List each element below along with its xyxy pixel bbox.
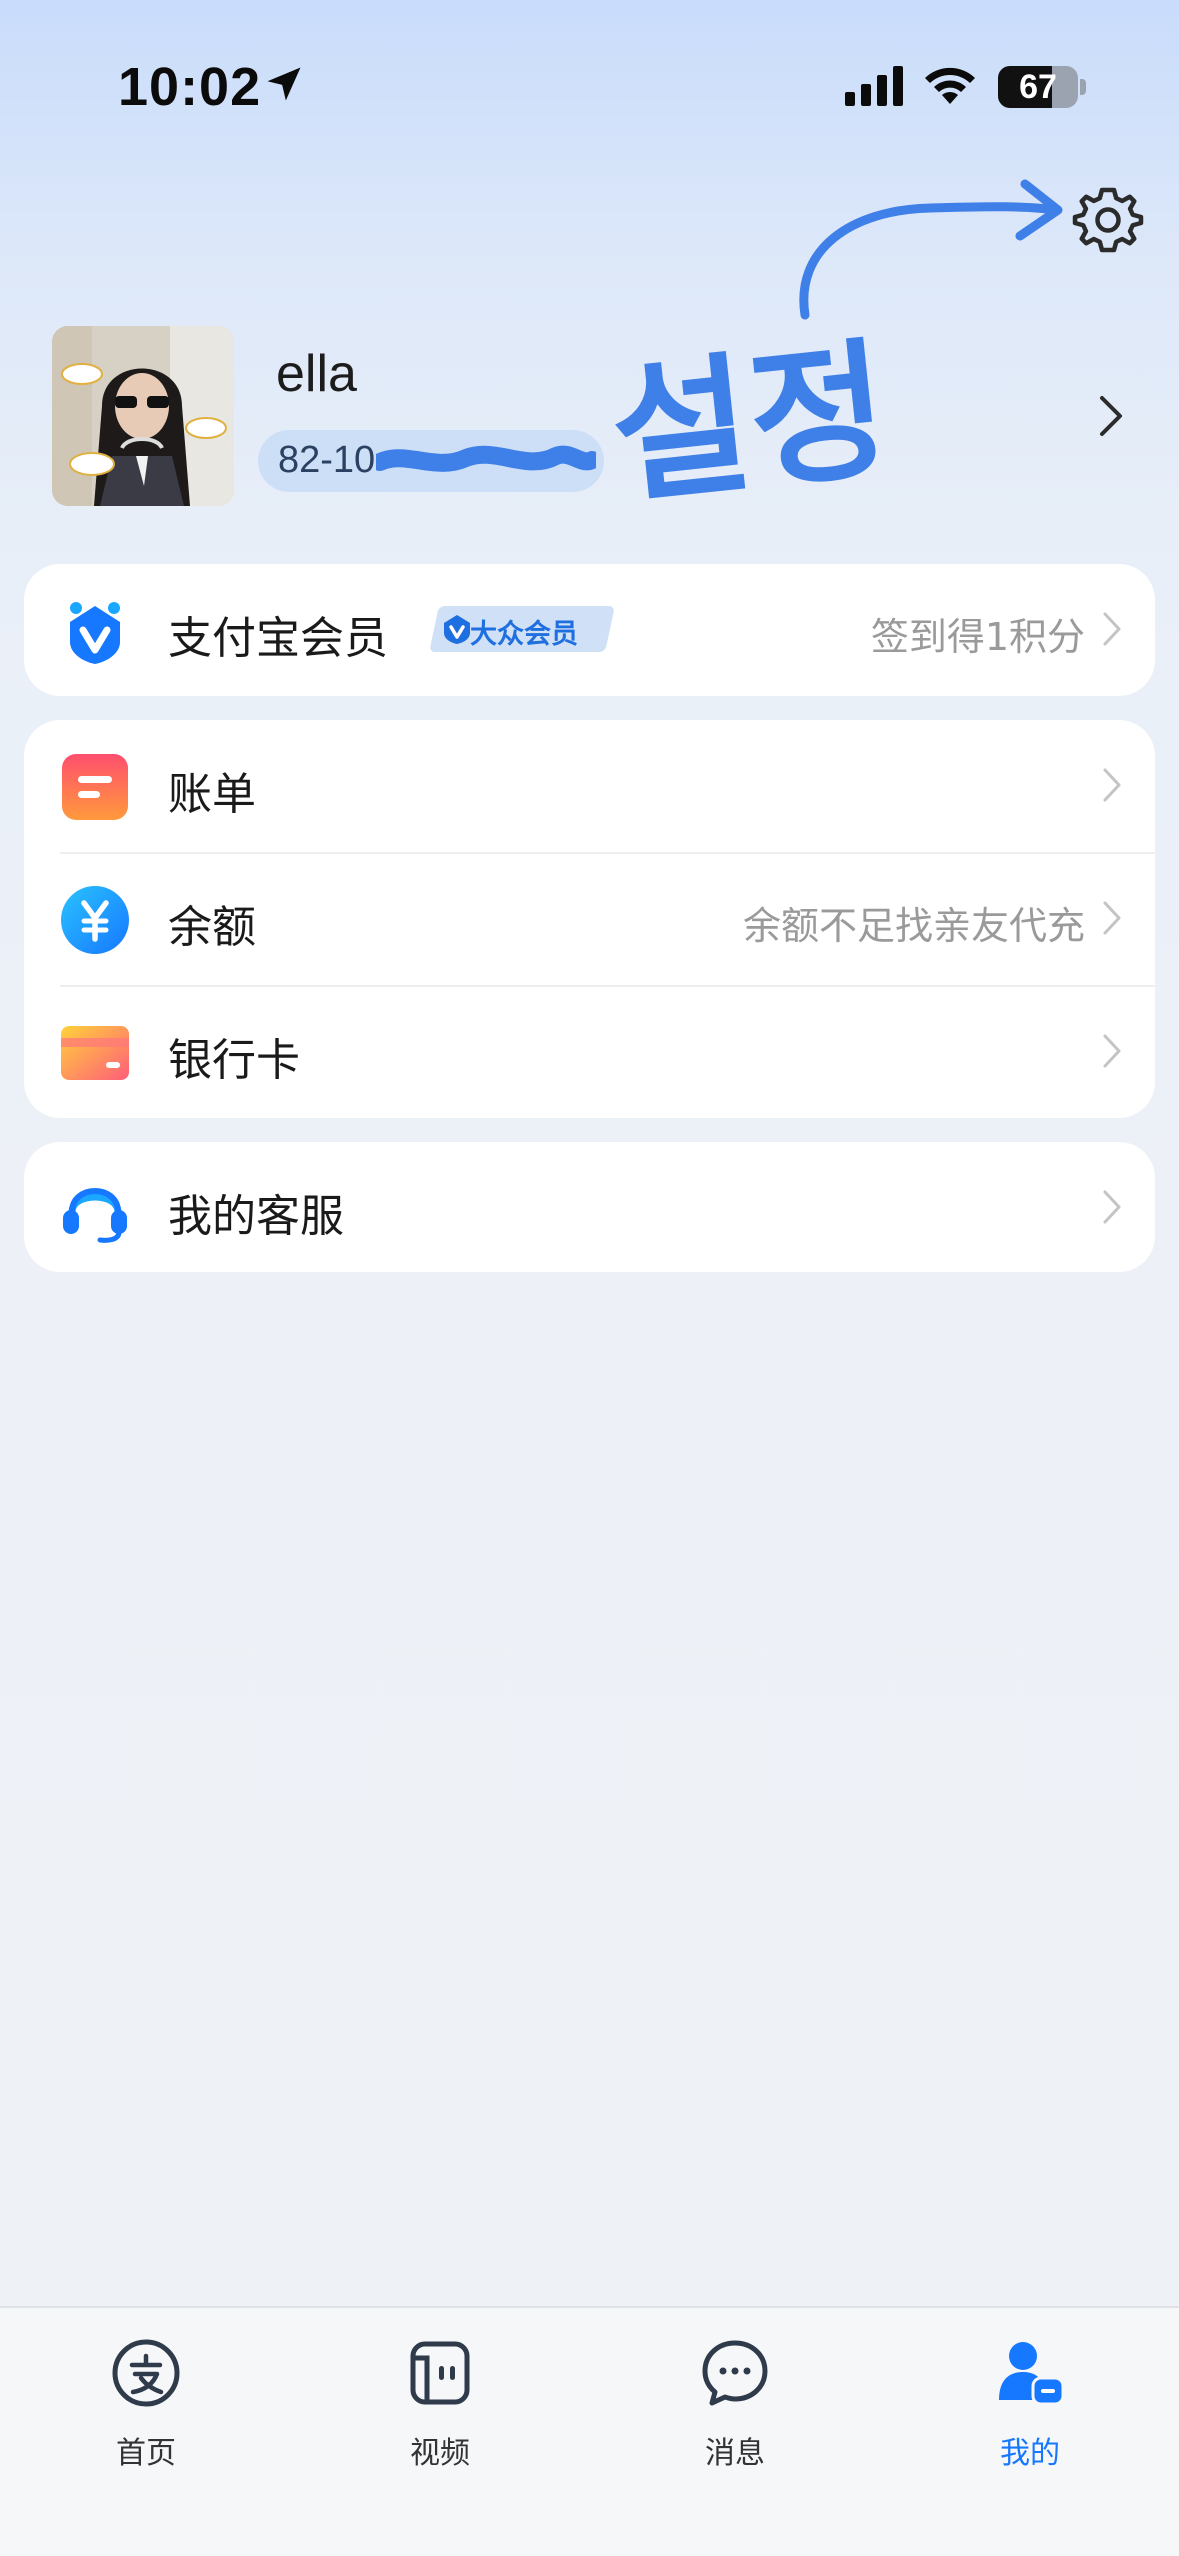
menu-item-label: 我的客服	[168, 1191, 344, 1242]
tab-home[interactable]: 首页	[56, 2324, 236, 2484]
menu-item-label: 账单	[168, 769, 256, 820]
headset-icon	[63, 1188, 127, 1243]
chevron-right-icon	[1103, 768, 1121, 802]
tab-messages[interactable]: 消息	[645, 2324, 825, 2484]
chevron-right-icon	[1103, 1034, 1121, 1068]
tab-label: 视频	[410, 2436, 470, 2471]
balance-hint-text: 余额不足找亲友代充	[742, 904, 1085, 948]
chevron-right-icon	[1103, 901, 1121, 935]
member-level-badge: 大众会员	[429, 606, 615, 652]
video-icon	[410, 2341, 470, 2405]
chevron-right-icon	[1103, 612, 1121, 646]
battery-nub	[1080, 79, 1086, 95]
menu-item-bank-card[interactable]: 银行卡	[24, 986, 1155, 1118]
tab-mine[interactable]: 我的	[940, 2324, 1120, 2484]
balance-yuan-icon	[61, 886, 129, 954]
avatar[interactable]	[52, 326, 234, 506]
redaction-scribble	[376, 445, 596, 472]
cellular-signal-icon	[845, 66, 903, 106]
customer-service-card[interactable]: 我的客服	[24, 1142, 1155, 1272]
location-arrow-icon	[267, 67, 301, 101]
gear-icon[interactable]	[1072, 184, 1144, 256]
tab-video[interactable]: 视频	[350, 2324, 530, 2484]
tab-label: 我的	[1000, 2436, 1060, 2471]
membership-card[interactable]: 支付宝会员 大众会员 签到得1积分	[24, 564, 1155, 696]
alipay-icon	[112, 2339, 180, 2407]
phone-number-pill: 82-10	[258, 430, 604, 492]
phone-number: 82-10	[278, 439, 376, 481]
menu-item-customer-service[interactable]: 我的客服	[24, 1142, 1155, 1274]
member-badge-icon	[444, 615, 470, 644]
profile-icon	[999, 2342, 1065, 2406]
status-bar: 10:02 67	[0, 0, 1179, 170]
chevron-right-icon	[1100, 396, 1122, 436]
membership-row[interactable]: 支付宝会员 大众会员 签到得1积分	[24, 564, 1155, 696]
membership-title: 支付宝会员	[168, 613, 388, 664]
avatar-image	[52, 326, 234, 506]
bill-icon	[62, 754, 128, 820]
chevron-right-icon	[1103, 1190, 1121, 1224]
menu-item-balance[interactable]: 余额 余额不足找亲友代充	[24, 853, 1155, 985]
wifi-icon	[925, 67, 975, 104]
menu-item-label: 银行卡	[168, 1035, 300, 1086]
message-icon	[702, 2340, 768, 2406]
status-time: 10:02	[118, 57, 262, 117]
finance-menu-card: 账单 余额 余额不足找亲友代充 银行卡	[24, 720, 1155, 1118]
battery-indicator: 67	[998, 66, 1078, 108]
tab-label: 消息	[705, 2436, 765, 2471]
menu-item-label: 余额	[168, 902, 256, 953]
bank-card-icon	[61, 1026, 129, 1080]
battery-level: 67	[1019, 68, 1057, 106]
alipay-member-icon	[70, 602, 120, 664]
bottom-tab-bar: 首页 视频 消息 我的	[0, 2306, 1179, 2556]
tab-label: 首页	[116, 2436, 176, 2471]
username: ella	[276, 345, 357, 403]
checkin-reward-text[interactable]: 签到得1积分	[871, 606, 1085, 661]
member-level-text: 大众会员	[470, 619, 578, 650]
profile-header[interactable]: ella 82-10	[52, 326, 1152, 506]
menu-item-bill[interactable]: 账单	[24, 720, 1155, 852]
